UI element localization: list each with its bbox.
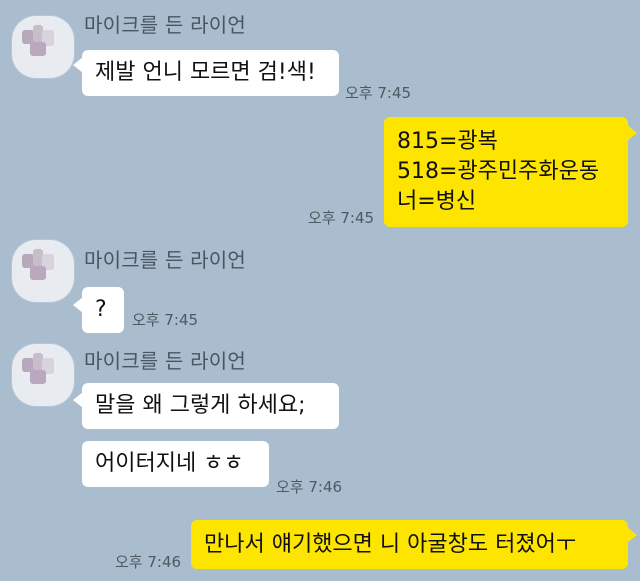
incoming-message-bubble[interactable]: ? — [82, 287, 124, 333]
message-time: 오후 7:46 — [115, 553, 182, 571]
message-time: 오후 7:45 — [132, 311, 199, 329]
avatar[interactable] — [12, 16, 74, 78]
avatar[interactable] — [12, 344, 74, 406]
incoming-message-bubble[interactable]: 어이터지네 ㅎㅎ — [82, 441, 269, 487]
avatar[interactable] — [12, 240, 74, 302]
chat-window: 마이크를 든 라이언 제발 언니 모르면 검!색! 오후 7:45 815=광복… — [0, 0, 640, 581]
avatar-mosaic — [30, 42, 46, 56]
sender-name: 마이크를 든 라이언 — [84, 349, 246, 373]
outgoing-bubble-tail — [627, 527, 637, 543]
sender-name: 마이크를 든 라이언 — [84, 13, 246, 37]
incoming-message-bubble[interactable]: 말을 왜 그렇게 하세요; — [82, 383, 339, 429]
outgoing-message-bubble[interactable]: 만나서 얘기했으면 니 아굴창도 터졌어ㅜ — [191, 520, 628, 569]
incoming-message-bubble[interactable]: 제발 언니 모르면 검!색! — [82, 50, 339, 96]
message-time: 오후 7:45 — [345, 84, 412, 102]
outgoing-bubble-tail — [627, 125, 637, 141]
outgoing-message-line: 너=병신 — [397, 189, 477, 214]
sender-name: 마이크를 든 라이언 — [84, 248, 246, 272]
message-time: 오후 7:45 — [308, 209, 375, 227]
avatar-mosaic — [30, 266, 46, 280]
message-time: 오후 7:46 — [276, 478, 343, 496]
outgoing-message-line: 815=광복 — [397, 129, 498, 154]
outgoing-message-bubble[interactable]: 815=광복 518=광주민주화운동 너=병신 — [384, 117, 628, 227]
outgoing-message-line: 518=광주민주화운동 — [397, 159, 600, 184]
avatar-mosaic — [30, 370, 46, 384]
